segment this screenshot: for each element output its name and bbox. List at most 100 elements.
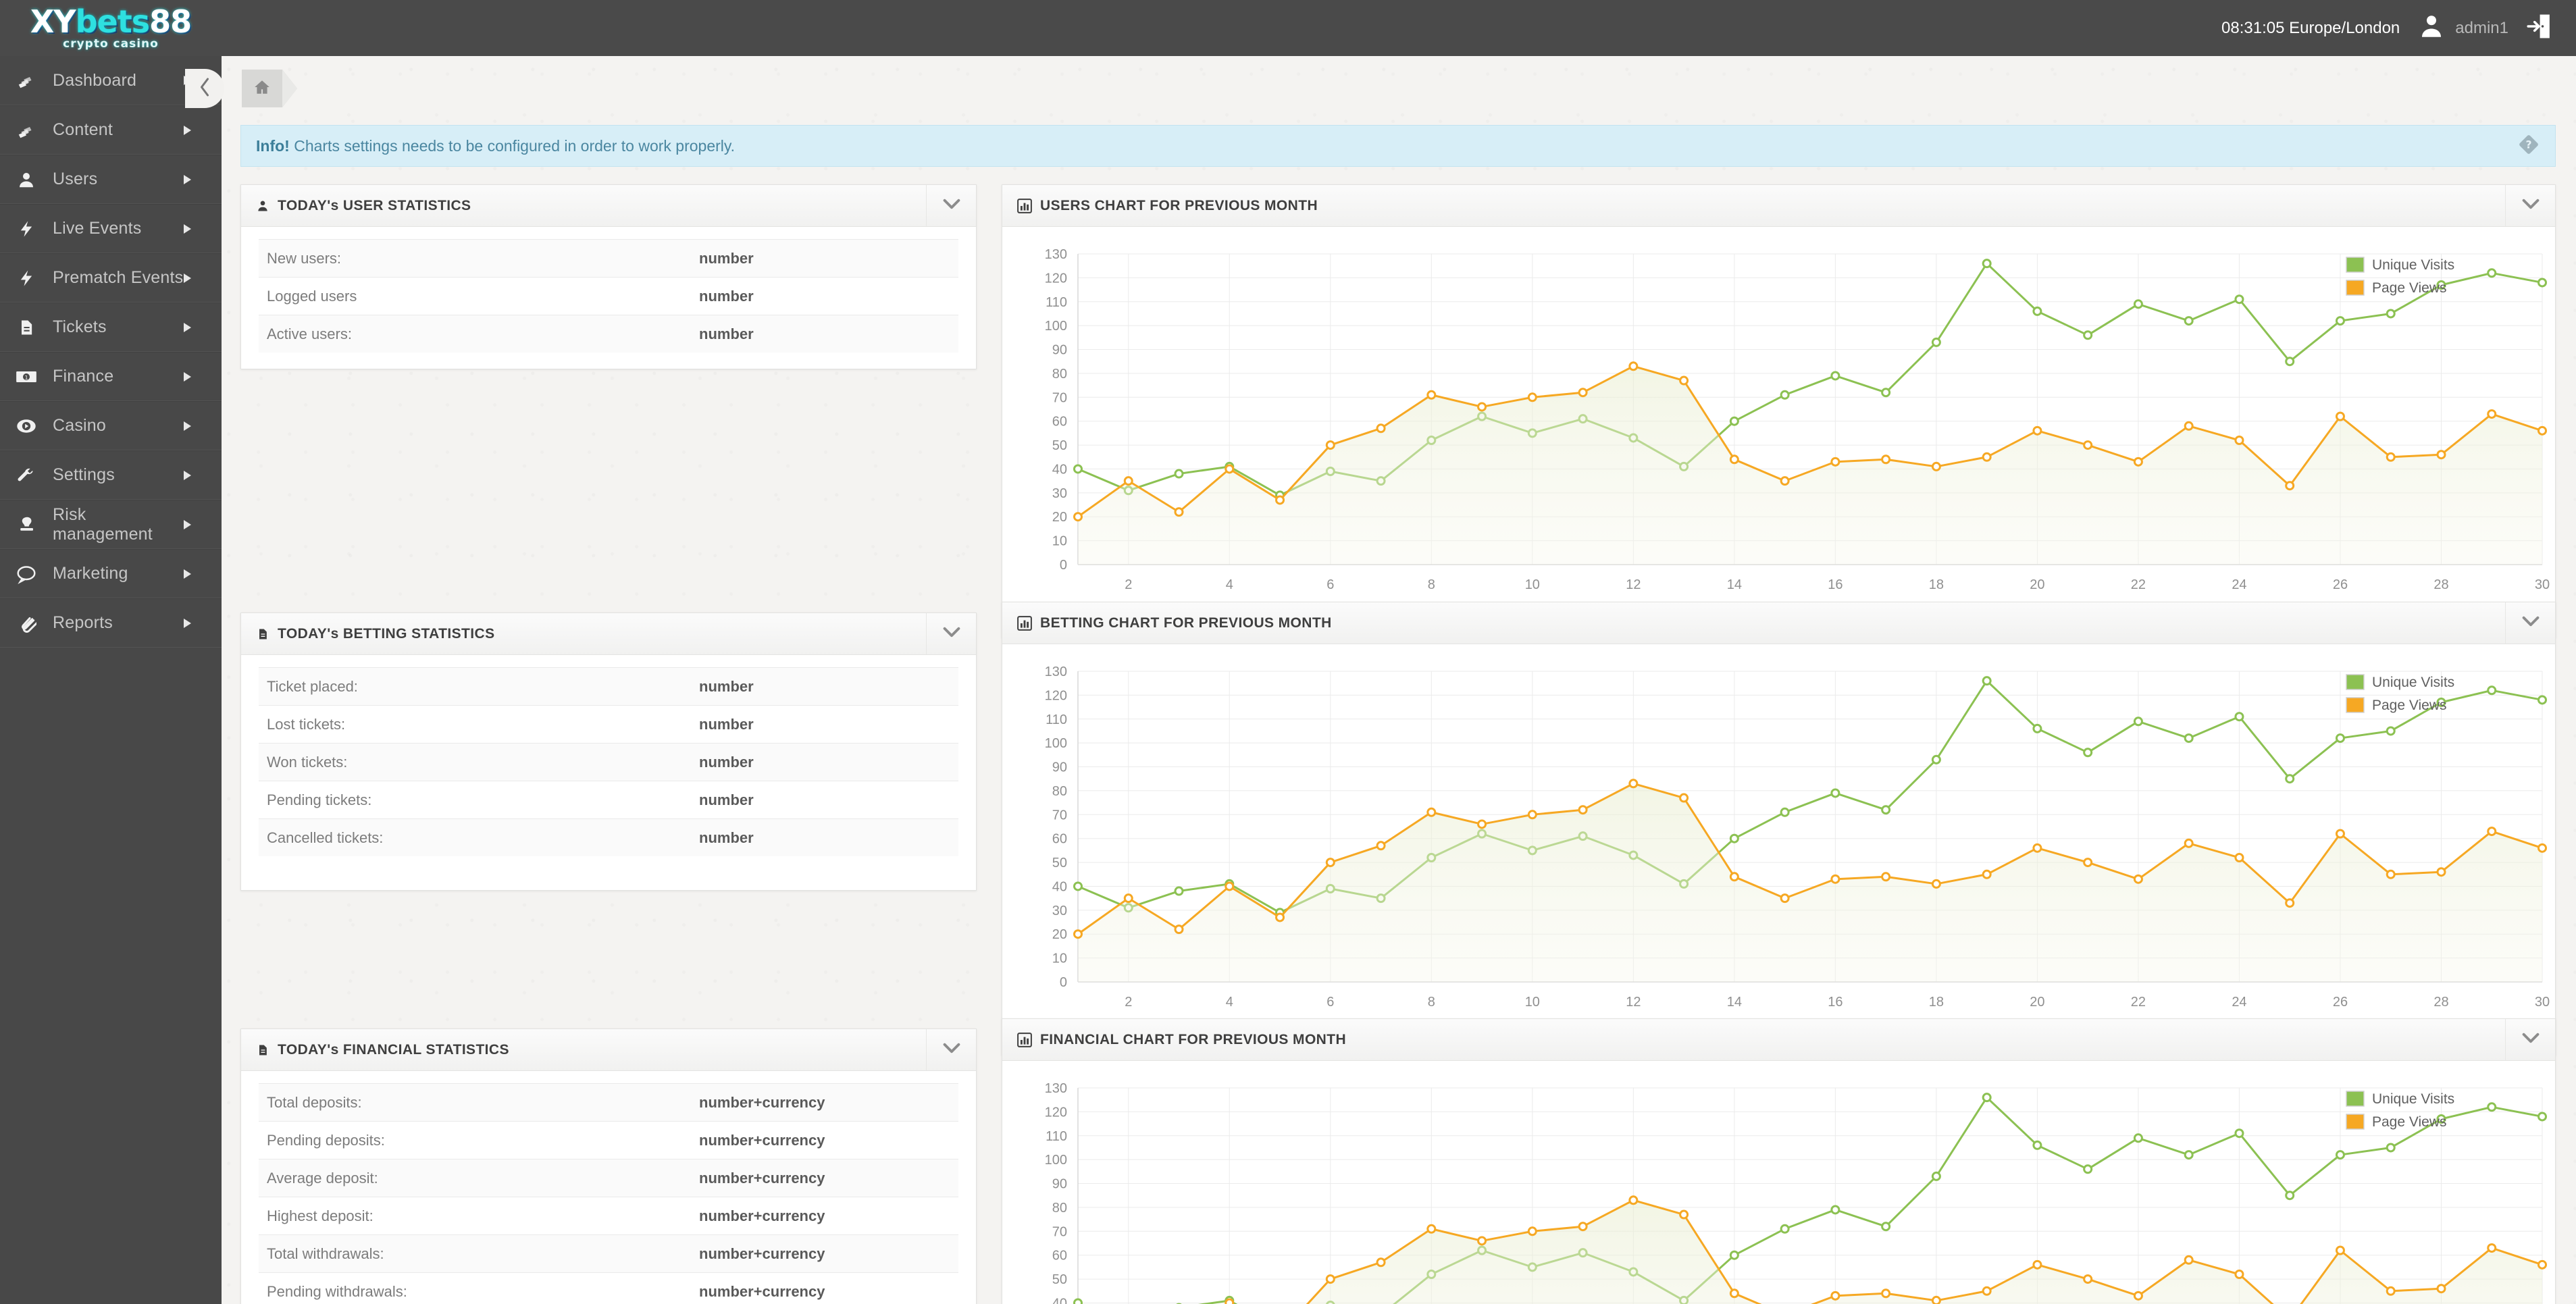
panel-title: USERS CHART FOR PREVIOUS MONTH — [1040, 197, 1318, 213]
svg-text:2: 2 — [1125, 995, 1132, 1010]
svg-text:100: 100 — [1045, 1153, 1067, 1168]
sidebar-item-label: Settings — [53, 465, 115, 484]
sidebar-item-label: Content — [53, 120, 113, 139]
row-value: number — [699, 791, 754, 808]
table-row: Ticket placed: number — [259, 667, 958, 705]
chevron-right-icon — [184, 569, 222, 579]
sidebar-item-label: Live Events — [53, 219, 142, 238]
sidebar-item-live-events[interactable]: Live Events — [0, 204, 222, 253]
chevron-right-icon — [184, 125, 222, 135]
panel-header: TODAY's FINANCIAL STATISTICS — [241, 1029, 976, 1071]
svg-text:70: 70 — [1052, 808, 1067, 823]
sidebar-item-marketing[interactable]: Marketing — [0, 549, 222, 598]
help-diamond-icon[interactable]: ? — [2517, 133, 2540, 159]
svg-text:0: 0 — [1060, 975, 1067, 990]
svg-text:10: 10 — [1525, 577, 1540, 592]
svg-text:18: 18 — [1929, 995, 1944, 1010]
svg-text:70: 70 — [1052, 390, 1067, 405]
panel-user-statistics: TODAY's USER STATISTICS New users: numbe… — [240, 184, 977, 369]
sidebar-item-label: Users — [53, 169, 98, 188]
sidebar-item-finance[interactable]: 1 Finance — [0, 352, 222, 401]
sidebar-item-reports[interactable]: Reports — [0, 598, 222, 648]
svg-text:8: 8 — [1428, 577, 1435, 592]
panel-title: TODAY's USER STATISTICS — [278, 197, 471, 213]
info-alert-text: Info! Charts settings needs to be config… — [256, 137, 735, 155]
sidebar-item-tickets[interactable]: Tickets — [0, 303, 222, 352]
row-value: number — [699, 325, 754, 342]
panel-collapse-button[interactable] — [926, 1029, 976, 1070]
row-label: Lost tickets: — [267, 715, 346, 733]
svg-text:40: 40 — [1052, 879, 1067, 894]
row-label: New users: — [267, 249, 342, 267]
sidebar-item-casino[interactable]: Casino — [0, 401, 222, 450]
sidebar-item-label: Marketing — [53, 564, 128, 583]
sidebar-item-risk-management[interactable]: Risk management — [0, 500, 222, 549]
svg-text:20: 20 — [2030, 995, 2044, 1010]
financial-chart-canvas[interactable]: 0102030405060708090100110120130246810121… — [1002, 1061, 2555, 1304]
svg-text:12: 12 — [1626, 577, 1641, 592]
user-icon — [0, 169, 53, 190]
table-row: Highest deposit: number+currency — [259, 1197, 958, 1234]
logout-door-icon[interactable] — [2526, 12, 2552, 44]
username-label: admin1 — [2455, 18, 2508, 37]
chevron-down-icon — [2522, 1032, 2540, 1047]
svg-text:16: 16 — [1828, 577, 1843, 592]
user-menu[interactable]: admin1 — [2417, 12, 2508, 44]
svg-text:28: 28 — [2433, 995, 2448, 1010]
row-value: number — [699, 753, 754, 771]
svg-text:14: 14 — [1727, 995, 1742, 1010]
breadcrumb-home-button[interactable] — [242, 70, 282, 107]
panel-title: TODAY's FINANCIAL STATISTICS — [278, 1041, 509, 1058]
breadcrumb-separator-inner — [282, 70, 297, 107]
row-label: Total withdrawals: — [267, 1245, 384, 1262]
sidebar-item-label: Tickets — [53, 317, 107, 336]
chevron-right-icon — [184, 371, 222, 382]
brand-logo[interactable]: XYbets88 crypto casino — [0, 0, 222, 56]
sidebar-item-prematch-events[interactable]: Prematch Events — [0, 253, 222, 303]
svg-text:100: 100 — [1045, 736, 1067, 751]
panel-collapse-button[interactable] — [926, 185, 976, 226]
svg-text:30: 30 — [2535, 995, 2550, 1010]
svg-text:1: 1 — [24, 374, 28, 380]
document-icon — [0, 317, 53, 338]
line-chart: 0102030405060708090100110120130246810121… — [1045, 1081, 2547, 1304]
svg-text:110: 110 — [1046, 712, 1067, 727]
svg-text:90: 90 — [1052, 1177, 1067, 1192]
row-label: Ticket placed: — [267, 677, 358, 695]
clock-display: 08:31:05 Europe/London — [2221, 18, 2400, 37]
row-label: Pending tickets: — [267, 791, 372, 808]
chevron-right-icon — [184, 273, 222, 283]
betting-chart-canvas[interactable]: 0 10 20 30 40 50 60 70 80 90 100 110 120 130 2 4 6 8 10 12 1… — [1002, 644, 2555, 1055]
svg-text:80: 80 — [1052, 1201, 1067, 1216]
row-value: number+currency — [699, 1093, 825, 1111]
svg-text:30: 30 — [1052, 486, 1067, 501]
panel-collapse-button[interactable] — [926, 613, 976, 654]
row-label: Active users: — [267, 325, 352, 342]
sidebar-nav: Dashboard Content Users Live Events Prem… — [0, 56, 222, 1304]
wrench-icon — [0, 465, 53, 486]
svg-text:22: 22 — [2131, 995, 2146, 1010]
svg-text:120: 120 — [1045, 688, 1067, 703]
bolt-icon — [0, 219, 53, 239]
svg-text:4: 4 — [1226, 995, 1233, 1010]
panel-title: BETTING CHART FOR PREVIOUS MONTH — [1040, 615, 1332, 631]
panel-header: BETTING CHART FOR PREVIOUS MONTH — [1002, 602, 2555, 644]
sidebar-item-settings[interactable]: Settings — [0, 450, 222, 500]
svg-text:26: 26 — [2333, 995, 2348, 1010]
svg-text:10: 10 — [1052, 951, 1067, 966]
users-chart-canvas[interactable]: 0 10 20 30 40 50 60 70 80 90 100 110 120 130 2 4 6 8 10 12 1… — [1002, 227, 2555, 637]
panel-collapse-button[interactable] — [2505, 602, 2555, 644]
sidebar-item-content[interactable]: Content — [0, 105, 222, 155]
panel-collapse-button[interactable] — [2505, 1019, 2555, 1060]
chevron-down-icon — [943, 1042, 960, 1058]
svg-text:12: 12 — [1626, 995, 1641, 1010]
user-statistics-table: New users: number Logged users number Ac… — [241, 227, 976, 367]
bar-chart-icon — [1017, 198, 1032, 213]
sidebar-item-users[interactable]: Users — [0, 155, 222, 204]
panel-collapse-button[interactable] — [2505, 185, 2555, 226]
sidebar-collapse-button[interactable] — [185, 69, 224, 108]
betting-statistics-table: Ticket placed: number Lost tickets: numb… — [241, 655, 976, 871]
banknote-icon: 1 — [0, 367, 53, 387]
row-label: Average deposit: — [267, 1169, 378, 1186]
chevron-left-icon — [197, 77, 212, 101]
